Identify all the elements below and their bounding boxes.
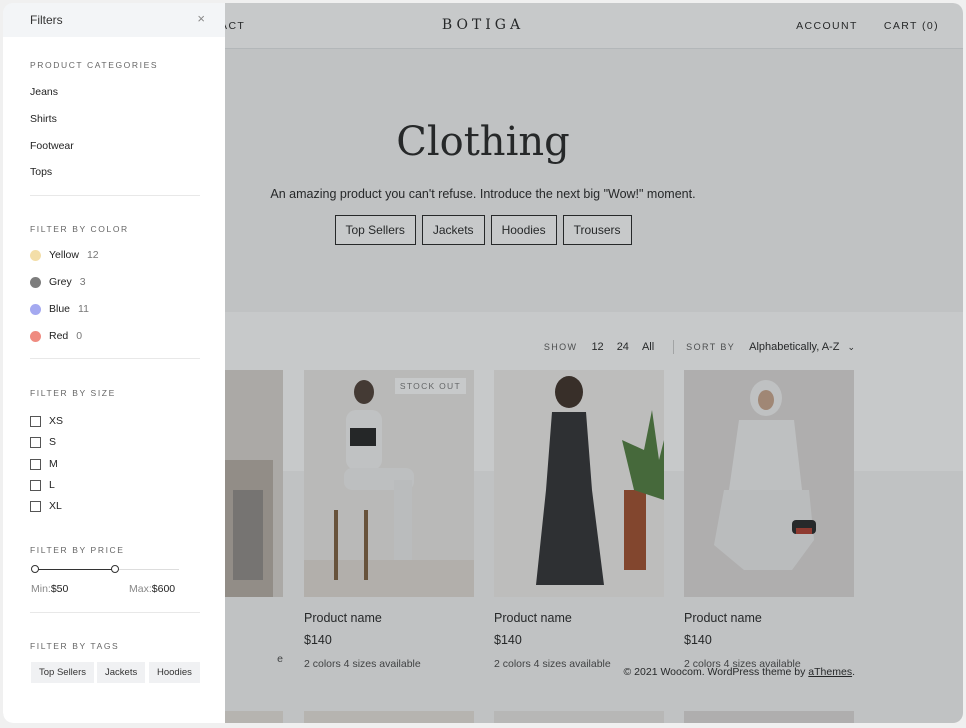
price-slider-range [35, 569, 115, 570]
color-count: 11 [78, 303, 89, 315]
size-checkbox[interactable] [30, 415, 41, 427]
color-name: Blue [49, 303, 71, 315]
color-count: 3 [79, 276, 86, 288]
size-checkbox[interactable] [30, 436, 41, 448]
size-filter-l[interactable]: L [30, 479, 55, 491]
tag-chip-jackets[interactable]: Jackets [97, 662, 146, 683]
category-tops[interactable]: Tops [30, 166, 52, 178]
size-filter-xl[interactable]: XL [30, 500, 62, 512]
color-name: Yellow [49, 249, 79, 261]
size-checkbox[interactable] [30, 458, 41, 470]
size-label: S [49, 436, 57, 448]
close-icon[interactable]: × [197, 11, 205, 26]
size-filter-s[interactable]: S [30, 436, 56, 448]
size-checkbox[interactable] [30, 479, 41, 491]
price-max-label: Max: [129, 583, 152, 595]
color-swatch [30, 249, 41, 261]
tags-section-title: FILTER BY TAGS [30, 641, 120, 651]
color-swatch [30, 303, 41, 315]
size-filter-xs[interactable]: XS [30, 415, 63, 427]
filter-panel-header: Filters × [3, 3, 225, 37]
section-divider [30, 358, 200, 359]
filter-panel: Filters × PRODUCT CATEGORIES Jeans Shirt… [3, 3, 225, 723]
size-label: XS [49, 415, 64, 427]
price-section-title: FILTER BY PRICE [30, 545, 125, 555]
price-slider-max-handle[interactable] [111, 565, 119, 573]
color-count: 0 [76, 330, 83, 342]
color-filter-yellow[interactable]: Yellow 12 [30, 249, 99, 261]
price-min-value: $50 [50, 583, 69, 595]
price-max-value: $600 [151, 583, 176, 595]
category-jeans[interactable]: Jeans [30, 86, 58, 98]
size-label: L [49, 479, 55, 491]
color-name: Red [49, 330, 69, 342]
color-name: Grey [49, 276, 72, 288]
color-count: 12 [86, 249, 99, 261]
size-checkbox[interactable] [30, 500, 41, 512]
size-label: M [49, 458, 58, 470]
color-filter-blue[interactable]: Blue 11 [30, 303, 89, 315]
browser-frame: TACT BOTIGA ACCOUNT CART (0) Clothing An… [3, 3, 963, 723]
section-divider [30, 612, 200, 613]
tag-chip-hoodies[interactable]: Hoodies [149, 662, 200, 683]
size-label: XL [49, 500, 62, 512]
size-filter-m[interactable]: M [30, 458, 58, 470]
filter-panel-title: Filters [30, 13, 63, 27]
color-filter-grey[interactable]: Grey 3 [30, 276, 86, 288]
category-footwear[interactable]: Footwear [30, 140, 74, 152]
price-min-label: Min: [31, 583, 51, 595]
size-section-title: FILTER BY SIZE [30, 388, 116, 398]
price-max-readout: Max:$600 [129, 583, 175, 595]
category-shirts[interactable]: Shirts [30, 113, 57, 125]
price-slider-min-handle[interactable] [31, 565, 39, 573]
tag-chip-top-sellers[interactable]: Top Sellers [31, 662, 94, 683]
color-swatch [30, 330, 41, 342]
categories-section-title: PRODUCT CATEGORIES [30, 60, 159, 70]
color-filter-red[interactable]: Red 0 [30, 330, 82, 342]
price-min-readout: Min:$50 [31, 583, 68, 595]
section-divider [30, 195, 200, 196]
color-section-title: FILTER BY COLOR [30, 224, 129, 234]
color-swatch [30, 276, 41, 288]
